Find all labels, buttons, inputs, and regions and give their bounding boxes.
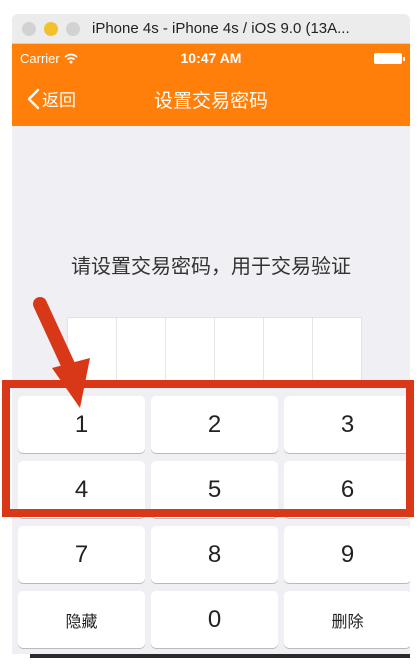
password-digit-cell	[166, 318, 215, 380]
page-title: 设置交易密码	[153, 90, 268, 112]
key-0[interactable]: 0	[151, 591, 278, 648]
hide-keypad-button[interactable]: 隐藏	[18, 591, 145, 648]
password-digit-cell	[215, 318, 264, 380]
key-1[interactable]: 1	[18, 396, 145, 453]
minimize-window-button[interactable]	[44, 21, 58, 36]
password-input[interactable]	[67, 317, 362, 381]
key-8[interactable]: 8	[151, 526, 278, 583]
password-prompt: 请设置交易密码，用于交易验证	[71, 254, 351, 278]
key-3[interactable]: 3	[284, 396, 410, 453]
password-digit-cell	[68, 318, 117, 380]
key-5[interactable]: 5	[151, 461, 278, 518]
simulator-title-bar: iPhone 4s - iPhone 4s / iOS 9.0 (13A...	[12, 14, 410, 44]
delete-button[interactable]: 删除	[284, 591, 410, 648]
window-title: iPhone 4s - iPhone 4s / iOS 9.0 (13A...	[92, 20, 350, 37]
numeric-keypad: 1 2 3 4 5 6 7 8 9 隐藏 0 删除	[12, 386, 410, 654]
close-window-button[interactable]	[22, 21, 36, 36]
key-6[interactable]: 6	[284, 461, 410, 518]
status-time: 10:47 AM	[180, 50, 242, 66]
key-2[interactable]: 2	[151, 396, 278, 453]
status-bar: Carrier 10:47 AM	[12, 44, 410, 72]
key-4[interactable]: 4	[18, 461, 145, 518]
key-9[interactable]: 9	[284, 526, 410, 583]
window-bottom-edge	[30, 654, 410, 658]
password-digit-cell	[264, 318, 313, 380]
key-7[interactable]: 7	[18, 526, 145, 583]
password-digit-cell	[313, 318, 361, 380]
battery-icon	[374, 53, 405, 64]
password-digit-cell	[117, 318, 166, 380]
zoom-window-button[interactable]	[66, 21, 80, 36]
phone-screen: Carrier 10:47 AM 返回 设置交易密码 请设置交易密码，用于交易验…	[12, 44, 410, 654]
navigation-bar: 返回 设置交易密码	[12, 72, 410, 126]
